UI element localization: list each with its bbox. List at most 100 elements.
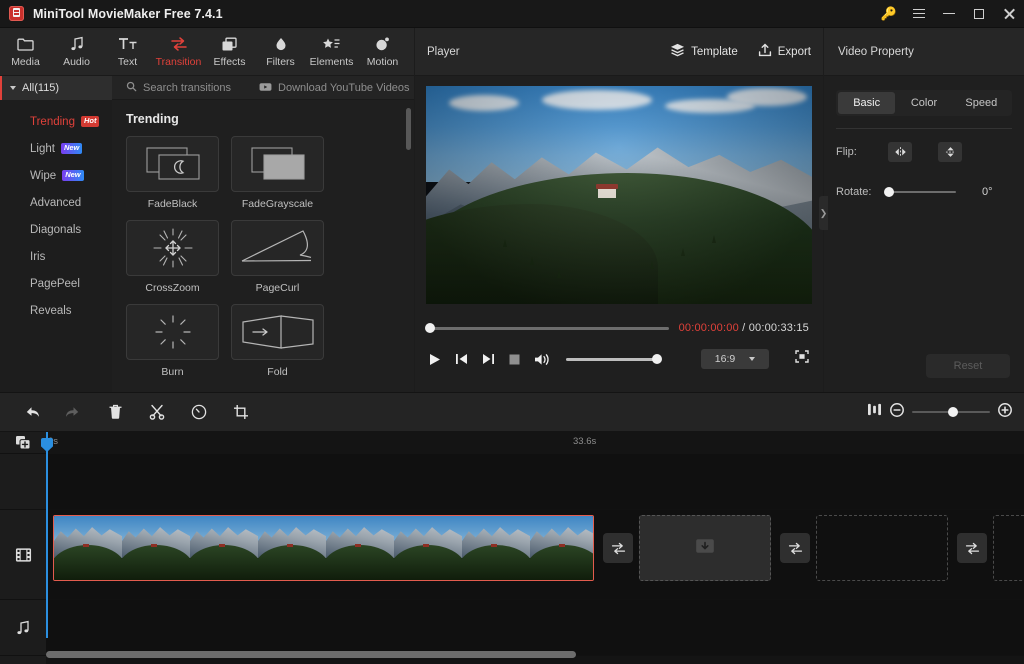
flip-horizontal-icon[interactable] [888,142,912,162]
all-categories-tab[interactable]: All(115) [0,76,112,100]
video-preview[interactable] [426,86,812,304]
category-iris[interactable]: Iris [0,243,112,270]
media-drop-slot[interactable] [639,515,771,581]
total-time: 00:00:33:15 [749,322,809,334]
undo-icon[interactable] [10,392,52,432]
transition-item-fadeblack[interactable]: FadeBlack [126,136,219,210]
timeline-toolbar [0,392,1024,432]
volume-handle[interactable] [652,354,662,364]
speed-gauge-icon[interactable] [178,392,220,432]
crop-icon[interactable] [220,392,262,432]
droplet-icon [273,36,289,53]
track-overlay[interactable] [46,454,1024,510]
transition-item-fadegrayscale[interactable]: FadeGrayscale [231,136,324,210]
tab-effects[interactable]: Effects [204,29,255,75]
clip-thumbnail [190,516,258,580]
video-clip[interactable] [53,515,594,581]
transport-controls: 16:9 [429,342,809,376]
maximize-icon[interactable] [964,0,994,28]
transition-item-crosszoom[interactable]: CrossZoom [126,220,219,294]
track-header-audio[interactable] [0,600,46,656]
reset-button[interactable]: Reset [926,354,1010,378]
media-drop-slot[interactable] [816,515,948,581]
split-scissors-icon[interactable] [136,392,178,432]
progress-handle[interactable] [425,323,435,333]
tab-audio[interactable]: Audio [51,29,102,75]
play-icon[interactable] [429,353,441,366]
fold-thumb-icon [231,304,324,360]
stop-icon[interactable] [509,354,520,365]
progress-slider[interactable] [429,327,669,330]
tab-media[interactable]: Media [0,29,51,75]
category-light[interactable]: Light New [0,135,112,162]
timeline-zoom-handle[interactable] [948,407,958,417]
category-diagonals[interactable]: Diagonals [0,216,112,243]
music-note-icon [69,36,85,53]
previous-frame-icon[interactable] [455,353,468,365]
category-reveals[interactable]: Reveals [0,297,112,324]
fullscreen-icon[interactable] [795,350,809,368]
zoom-out-icon[interactable] [890,403,904,422]
chevron-right-icon[interactable]: ❯ [819,196,828,230]
transition-label: PageCurl [231,282,324,294]
tab-transition[interactable]: Transition [153,29,204,75]
transition-item-fold[interactable]: Fold [231,304,324,378]
hamburger-menu-icon[interactable] [904,0,934,28]
video-track-film-icon [15,547,32,563]
transition-swap-icon[interactable] [780,533,810,563]
template-button[interactable]: Template [670,43,738,60]
download-label: Download YouTube Videos [278,82,410,94]
aspect-ratio-select[interactable]: 16:9 [701,349,769,369]
export-upload-icon [758,43,772,60]
category-wipe[interactable]: Wipe New [0,162,112,189]
category-advanced[interactable]: Advanced [0,189,112,216]
key-icon[interactable]: 🔑 [874,0,904,28]
track-audio[interactable] [46,600,1024,656]
window-title: MiniTool MovieMaker Free 7.4.1 [33,7,223,21]
category-trending[interactable]: Trending Hot [0,108,112,135]
tab-color[interactable]: Color [895,92,952,114]
export-button[interactable]: Export [758,43,811,60]
track-video[interactable] [46,510,1024,600]
timeline-zoom-slider[interactable] [912,411,990,414]
flip-row: Flip: [824,135,1024,169]
rotate-handle[interactable] [884,187,894,197]
search-input[interactable]: Search transitions [126,79,231,97]
download-youtube-videos-button[interactable]: Download YouTube Videos [259,79,410,97]
tab-basic[interactable]: Basic [838,92,895,114]
new-badge: New [62,170,83,181]
volume-icon[interactable] [534,353,550,366]
track-header-video[interactable] [0,510,46,600]
video-property-panel: Video Property Basic Color Speed Flip: R… [824,28,1024,392]
clip-thumbnail [54,516,122,580]
flip-vertical-icon[interactable] [938,142,962,162]
delete-trash-icon[interactable] [94,392,136,432]
transition-item-burn[interactable]: Burn [126,304,219,378]
add-media-icon[interactable] [0,432,46,454]
volume-slider[interactable] [566,358,658,361]
timeline-scrollbar[interactable] [46,651,1018,658]
fit-timeline-icon[interactable] [867,403,882,421]
tab-speed[interactable]: Speed [953,92,1010,114]
tab-elements[interactable]: Elements [306,29,357,75]
timeline-scrollbar-thumb[interactable] [46,651,576,658]
timeline-ruler[interactable]: 0s 33.6s [46,432,1024,454]
tab-motion[interactable]: Motion [357,29,408,75]
transition-item-pagecurl[interactable]: PageCurl [231,220,324,294]
transition-swap-icon[interactable] [957,533,987,563]
close-icon[interactable] [994,0,1024,28]
minimize-icon[interactable] [934,0,964,28]
transition-swap-icon[interactable] [603,533,633,563]
search-placeholder: Search transitions [143,82,231,94]
playhead[interactable] [46,432,48,638]
category-pagepeel[interactable]: PagePeel [0,270,112,297]
rotate-slider[interactable] [888,191,956,194]
tab-text[interactable]: Text [102,29,153,75]
zoom-in-icon[interactable] [998,403,1012,422]
app-window: MiniTool MovieMaker Free 7.4.1 🔑 Media A… [0,0,1024,664]
media-drop-slot[interactable] [993,515,1024,581]
tab-filters[interactable]: Filters [255,29,306,75]
property-panel-title: Video Property [838,46,914,58]
next-frame-icon[interactable] [482,353,495,365]
library-scrollbar[interactable] [406,108,411,150]
